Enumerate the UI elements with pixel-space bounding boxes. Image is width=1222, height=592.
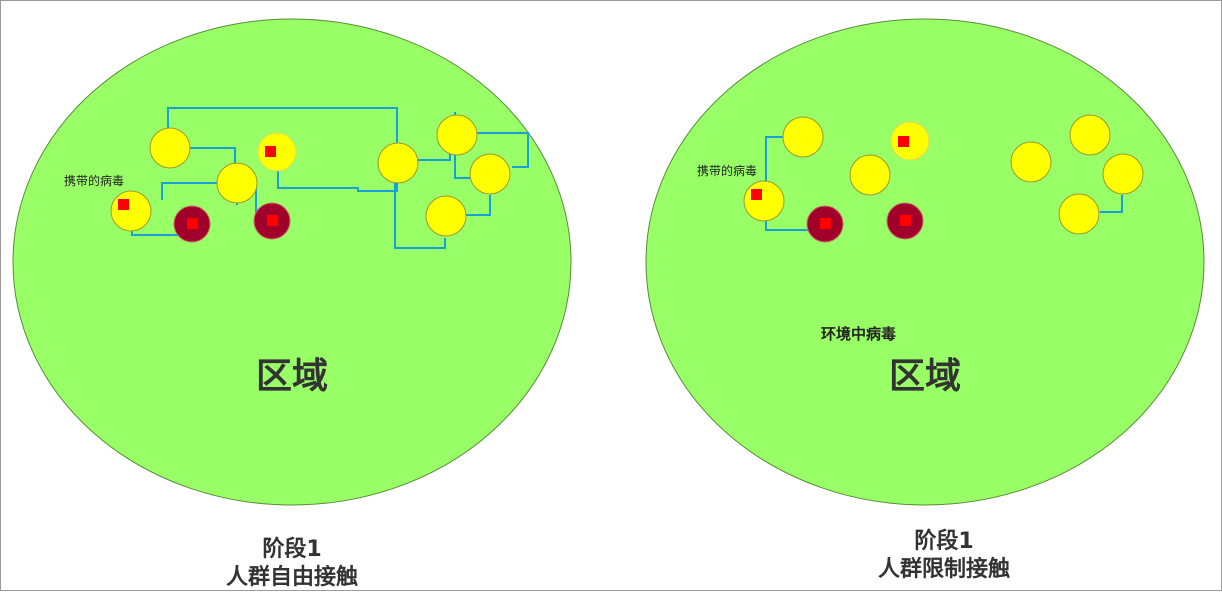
- person: [743, 180, 785, 222]
- person: [377, 142, 419, 184]
- stage-label: 阶段1: [914, 529, 974, 554]
- caption-free-contact: 阶段1 人群自由接触: [172, 536, 412, 592]
- region-area: [12, 18, 572, 506]
- panel-free-contact: 携带的病毒 区域: [12, 18, 572, 506]
- virus-marker: [820, 218, 831, 229]
- virus-marker: [900, 215, 911, 226]
- virus-marker: [751, 189, 762, 200]
- contact-mode-label: 人群限制接触: [877, 557, 1010, 582]
- caption-restricted-contact: 阶段1 人群限制接触: [824, 528, 1064, 584]
- person: [1010, 141, 1052, 183]
- person: [782, 116, 824, 158]
- person: [1069, 114, 1111, 156]
- region-label: 区域: [256, 356, 328, 397]
- environment-virus-label: 环境中病毒: [821, 325, 896, 343]
- virus-marker: [265, 146, 276, 157]
- carrier-label: 携带的病毒: [697, 163, 757, 178]
- person: [110, 190, 152, 232]
- stage-label: 阶段1: [262, 537, 322, 562]
- person: [849, 154, 891, 196]
- contact-mode-label: 人群自由接触: [225, 565, 358, 590]
- person-carrier: [257, 132, 297, 172]
- panel-restricted-contact: 携带的病毒 环境中病毒 区域: [645, 18, 1205, 506]
- virus-marker: [187, 218, 198, 229]
- virus-marker: [898, 136, 909, 147]
- person: [149, 127, 191, 169]
- virus-marker: [118, 199, 129, 210]
- person: [436, 114, 478, 156]
- person: [425, 195, 467, 237]
- region-label: 区域: [889, 356, 961, 397]
- person: [1102, 153, 1144, 195]
- virus-marker: [267, 215, 278, 226]
- carrier-label: 携带的病毒: [64, 173, 124, 188]
- person: [216, 162, 258, 204]
- person-carrier: [890, 121, 930, 161]
- diagram-canvas: 携带的病毒 区域 携带的病毒 环境中病毒 区域: [12, 18, 1205, 506]
- person: [469, 153, 511, 195]
- person: [1058, 193, 1100, 235]
- region-area: [645, 18, 1205, 506]
